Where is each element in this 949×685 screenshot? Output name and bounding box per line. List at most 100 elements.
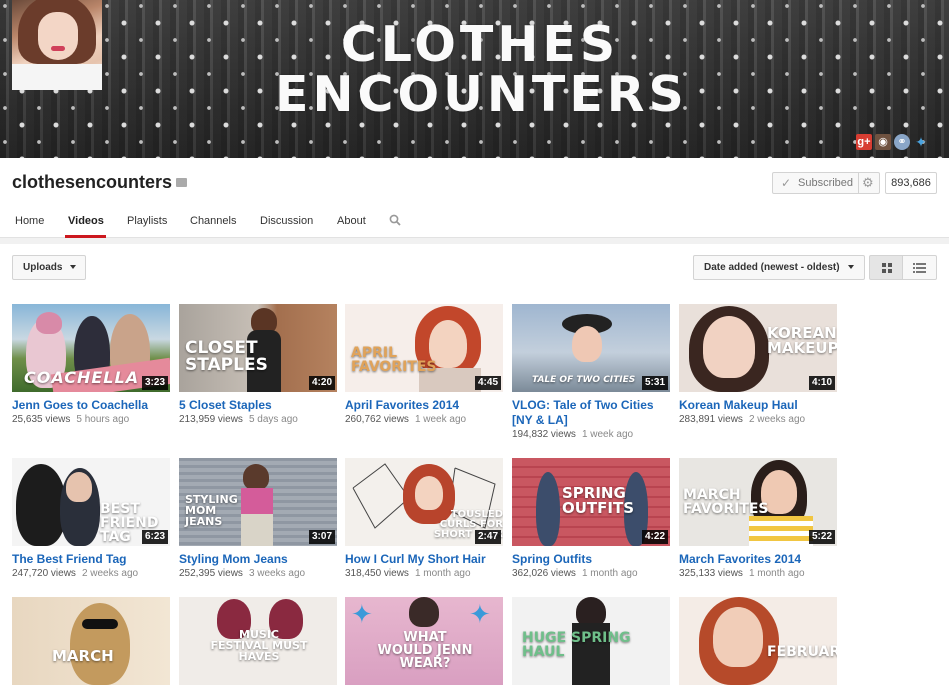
video-title[interactable]: Styling Mom Jeans bbox=[179, 552, 337, 567]
upload-age: 5 hours ago bbox=[76, 414, 130, 425]
video-thumbnail[interactable]: BEST FRIEND TAG 6:23 bbox=[12, 458, 170, 546]
twitter-icon: ✦ bbox=[469, 599, 491, 629]
globe-icon[interactable]: ⚭ bbox=[894, 134, 910, 150]
twitter-icon: ✦ bbox=[351, 599, 373, 629]
video-card[interactable]: MUSIC FESTIVAL MUST HAVES bbox=[179, 597, 337, 685]
video-thumbnail[interactable]: MARCH FAVORITES 5:22 bbox=[679, 458, 837, 546]
video-duration: 6:23 bbox=[141, 530, 168, 544]
tab-playlists[interactable]: Playlists bbox=[127, 215, 167, 227]
grid-view-button[interactable] bbox=[869, 255, 903, 280]
google-plus-icon[interactable]: g+ bbox=[856, 134, 872, 150]
tab-about[interactable]: About bbox=[337, 215, 366, 227]
view-count: 318,450 views bbox=[345, 568, 409, 579]
video-thumbnail[interactable]: FEBRUARY bbox=[679, 597, 837, 685]
video-title[interactable]: March Favorites 2014 bbox=[679, 552, 837, 567]
video-thumbnail[interactable]: KOREAN MAKEUP 4:10 bbox=[679, 304, 837, 392]
video-thumbnail[interactable]: CLOSET STAPLES 4:20 bbox=[179, 304, 337, 392]
thumbnail-overlay-text: APRIL FAVORITES bbox=[351, 345, 437, 375]
upload-age: 2 weeks ago bbox=[748, 414, 806, 425]
video-title[interactable]: The Best Friend Tag bbox=[12, 552, 170, 567]
video-duration: 4:45 bbox=[474, 376, 501, 390]
thumbnail-overlay-text: WHAT WOULD JENN WEAR? bbox=[377, 630, 473, 671]
video-card[interactable]: KOREAN MAKEUP 4:10 Korean Makeup Haul 28… bbox=[679, 304, 837, 425]
video-thumbnail[interactable]: COACHELLA 3:23 bbox=[12, 304, 170, 392]
video-card[interactable]: CLOSET STAPLES 4:20 5 Closet Staples 213… bbox=[179, 304, 337, 425]
upload-age: 2 weeks ago bbox=[81, 568, 139, 579]
video-card[interactable]: HUGE SPRING HAUL bbox=[512, 597, 670, 685]
thumbnail-overlay-text: MARCH bbox=[52, 647, 114, 665]
channel-tabs: Home Videos Playlists Channels Discussio… bbox=[0, 206, 949, 238]
gear-icon[interactable]: ⚙ bbox=[862, 175, 874, 191]
video-card[interactable]: FEBRUARY bbox=[679, 597, 837, 685]
video-card[interactable]: ✦ ✦ WHAT WOULD JENN WEAR? bbox=[345, 597, 503, 685]
video-card[interactable]: MARCH FAVORITES 5:22 March Favorites 201… bbox=[679, 458, 837, 579]
video-duration: 4:22 bbox=[641, 530, 668, 544]
instagram-icon[interactable]: ◉ bbox=[875, 134, 891, 150]
video-duration: 4:10 bbox=[808, 376, 835, 390]
search-icon[interactable] bbox=[389, 214, 401, 226]
thumbnail-overlay-text: MUSIC FESTIVAL MUST HAVES bbox=[210, 628, 308, 663]
channel-avatar[interactable] bbox=[12, 0, 102, 90]
chevron-down-icon bbox=[70, 265, 77, 270]
checkmark-icon: ✓ bbox=[781, 176, 792, 190]
video-card[interactable]: TOUSLED CURLS FOR SHORT HAIR 2:47 How I … bbox=[345, 458, 503, 579]
tab-channels[interactable]: Channels bbox=[190, 215, 236, 227]
video-duration: 5:22 bbox=[808, 530, 835, 544]
sort-dropdown[interactable]: Date added (newest - oldest) bbox=[693, 255, 865, 280]
video-thumbnail[interactable]: MARCH bbox=[12, 597, 170, 685]
upload-age: 5 days ago bbox=[248, 414, 298, 425]
uploads-dropdown[interactable]: Uploads bbox=[12, 255, 86, 280]
list-view-button[interactable] bbox=[903, 255, 937, 280]
thumbnail-overlay-text: STYLING MOM JEANS bbox=[185, 493, 238, 528]
upload-age: 3 weeks ago bbox=[248, 568, 306, 579]
thumbnail-overlay-text: COACHELLA bbox=[24, 368, 140, 387]
video-card[interactable]: MARCH bbox=[12, 597, 170, 685]
tab-videos[interactable]: Videos bbox=[68, 215, 104, 227]
channel-name[interactable]: clothesencounters bbox=[12, 172, 172, 193]
video-card[interactable]: COACHELLA 3:23 Jenn Goes to Coachella 25… bbox=[12, 304, 170, 425]
video-title[interactable]: How I Curl My Short Hair bbox=[345, 552, 503, 567]
tab-home[interactable]: Home bbox=[15, 215, 44, 227]
video-card[interactable]: TALE OF TWO CITIES 5:31 VLOG: Tale of Tw… bbox=[512, 304, 670, 440]
view-count: 25,635 views bbox=[12, 414, 71, 425]
video-thumbnail[interactable]: TOUSLED CURLS FOR SHORT HAIR 2:47 bbox=[345, 458, 503, 546]
banner-title: CLOTHES ENCOUNTERS bbox=[275, 16, 688, 123]
video-duration: 3:07 bbox=[308, 530, 335, 544]
video-title[interactable]: April Favorites 2014 bbox=[345, 398, 503, 413]
thumbnail-overlay-text: HUGE SPRING HAUL bbox=[522, 630, 631, 660]
video-card[interactable]: SPRING OUTFITS 4:22 Spring Outfits 362,0… bbox=[512, 458, 670, 579]
video-thumbnail[interactable]: APRIL FAVORITES 4:45 bbox=[345, 304, 503, 392]
subscribed-label: Subscribed bbox=[798, 177, 854, 189]
view-count: 194,832 views bbox=[512, 429, 576, 440]
video-title[interactable]: VLOG: Tale of Two Cities [NY & LA] bbox=[512, 398, 670, 428]
subscribed-button[interactable]: ✓ Subscribed ⚙ bbox=[772, 172, 880, 194]
video-thumbnail[interactable]: TALE OF TWO CITIES 5:31 bbox=[512, 304, 670, 392]
video-thumbnail[interactable]: MUSIC FESTIVAL MUST HAVES bbox=[179, 597, 337, 685]
video-title[interactable]: Spring Outfits bbox=[512, 552, 670, 567]
upload-age: 1 week ago bbox=[581, 429, 634, 440]
channel-banner: CLOTHES ENCOUNTERS g+ ◉ ⚭ ✦ bbox=[0, 0, 949, 158]
upload-age: 1 month ago bbox=[748, 568, 805, 579]
video-thumbnail[interactable]: ✦ ✦ WHAT WOULD JENN WEAR? bbox=[345, 597, 503, 685]
uploads-label: Uploads bbox=[23, 262, 63, 273]
video-card[interactable]: STYLING MOM JEANS 3:07 Styling Mom Jeans… bbox=[179, 458, 337, 579]
video-title[interactable]: 5 Closet Staples bbox=[179, 398, 337, 413]
twitter-icon[interactable]: ✦ bbox=[913, 134, 929, 150]
subscriber-count: 893,686 bbox=[885, 172, 937, 194]
channel-badge-icon bbox=[176, 178, 187, 187]
thumbnail-overlay-text: CLOSET STAPLES bbox=[185, 338, 268, 375]
video-card[interactable]: BEST FRIEND TAG 6:23 The Best Friend Tag… bbox=[12, 458, 170, 579]
video-title[interactable]: Jenn Goes to Coachella bbox=[12, 398, 170, 413]
thumbnail-overlay-text: MARCH FAVORITES bbox=[683, 487, 769, 517]
grid-icon bbox=[882, 263, 892, 273]
video-thumbnail[interactable]: SPRING OUTFITS 4:22 bbox=[512, 458, 670, 546]
thumbnail-overlay-text: FEBRUARY bbox=[767, 644, 837, 660]
video-card[interactable]: APRIL FAVORITES 4:45 April Favorites 201… bbox=[345, 304, 503, 425]
tab-discussion[interactable]: Discussion bbox=[260, 215, 313, 227]
view-count: 260,762 views bbox=[345, 414, 409, 425]
video-duration: 5:31 bbox=[641, 376, 668, 390]
video-thumbnail[interactable]: HUGE SPRING HAUL bbox=[512, 597, 670, 685]
video-title[interactable]: Korean Makeup Haul bbox=[679, 398, 837, 413]
upload-age: 1 month ago bbox=[414, 568, 471, 579]
video-thumbnail[interactable]: STYLING MOM JEANS 3:07 bbox=[179, 458, 337, 546]
